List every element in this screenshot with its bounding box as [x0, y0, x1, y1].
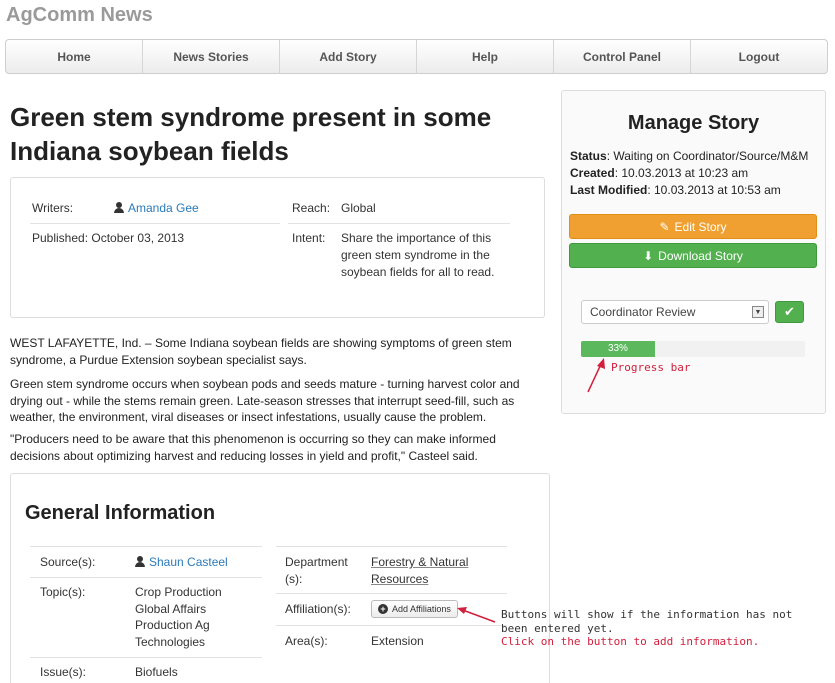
nav-control-panel[interactable]: Control Panel [554, 40, 691, 73]
review-stage-value: Coordinator Review [590, 305, 696, 319]
annotation-arrow-icon [587, 358, 605, 393]
story-paragraph: Green stem syndrome occurs when soybean … [10, 377, 520, 424]
created-label: Created [570, 166, 615, 180]
topic-label: Topic(s): [40, 585, 86, 599]
main-navbar: Home News Stories Add Story Help Control… [5, 39, 828, 74]
department-value: Forestry & Natural Resources [371, 555, 469, 586]
area-label: Area(s): [285, 634, 328, 648]
topic-item: Technologies [135, 634, 206, 649]
area-value: Extension [371, 634, 424, 648]
issue-value: Biofuels [135, 665, 178, 679]
general-info-title: General Information [25, 502, 216, 524]
progress-bar: 33% [581, 341, 805, 357]
story-title: Green stem syndrome present in some Indi… [10, 102, 492, 166]
annotation-arrow-icon [457, 607, 496, 623]
story-paragraph: WEST LAFAYETTE, Ind. – Some Indiana soyb… [10, 336, 512, 367]
divider [30, 577, 262, 578]
topic-list: Crop Production Global Affairs Productio… [135, 584, 222, 650]
nav-logout[interactable]: Logout [691, 40, 827, 73]
reach-value: Global [341, 201, 376, 215]
download-story-label: Download Story [658, 248, 743, 263]
writers-label: Writers: [32, 201, 74, 215]
issue-label: Issue(s): [40, 665, 87, 679]
review-stage-select[interactable]: Coordinator Review ▼ [581, 300, 769, 324]
divider [276, 625, 507, 626]
user-icon [135, 556, 145, 567]
edit-story-button[interactable]: ✎ Edit Story [569, 214, 817, 239]
writer-name[interactable]: Amanda Gee [128, 201, 199, 215]
confirm-review-button[interactable]: ✔ [775, 301, 804, 323]
status-value: : Waiting on Coordinator/Source/M&M [606, 149, 809, 163]
modified-value: : 10.03.2013 at 10:53 am [647, 183, 781, 197]
intent-value: Share the importance of this green stem … [341, 231, 495, 279]
buttons-annotation-red: Click on the button to add information. [501, 635, 760, 648]
chevron-down-icon: ▼ [752, 306, 764, 318]
source-link[interactable]: Shaun Casteel [135, 554, 228, 571]
modified-label: Last Modified [570, 183, 648, 197]
divider [30, 223, 280, 224]
add-affiliations-button[interactable]: + Add Affiliations [371, 600, 458, 618]
brand-logo[interactable]: AgComm News [6, 4, 153, 27]
intent-label: Intent: [292, 231, 326, 245]
add-affiliations-label: Add Affiliations [392, 604, 451, 614]
edit-icon: ✎ [659, 219, 670, 234]
topic-item: Production Ag [135, 618, 210, 632]
divider [276, 546, 507, 547]
status-line: Status: Waiting on Coordinator/Source/M&… [570, 149, 808, 163]
writer-link[interactable]: Amanda Gee [114, 200, 199, 217]
progress-fill: 33% [581, 341, 655, 357]
divider [30, 657, 262, 658]
modified-line: Last Modified: 10.03.2013 at 10:53 am [570, 183, 781, 197]
topic-item: Global Affairs [135, 601, 207, 616]
created-line: Created: 10.03.2013 at 10:23 am [570, 166, 748, 180]
plus-icon: + [378, 604, 388, 614]
affiliation-label: Affiliation(s): [285, 602, 351, 616]
story-paragraph: "Producers need to be aware that this ph… [10, 432, 496, 463]
nav-help[interactable]: Help [417, 40, 554, 73]
divider [288, 223, 510, 224]
user-icon [114, 202, 124, 213]
check-icon: ✔ [784, 304, 795, 319]
manage-story-title: Manage Story [627, 112, 760, 134]
created-value: : 10.03.2013 at 10:23 am [614, 166, 749, 180]
status-label: Status [570, 149, 607, 163]
divider [276, 593, 507, 594]
department-label: Department (s): [285, 555, 348, 586]
nav-news-stories[interactable]: News Stories [143, 40, 280, 73]
progress-annotation: Progress bar [611, 361, 691, 374]
buttons-annotation: Buttons will show if the information has… [501, 608, 793, 635]
download-icon: ⬇ [643, 248, 654, 263]
divider [30, 546, 262, 547]
published-date: Published: October 03, 2013 [32, 231, 185, 245]
edit-story-label: Edit Story [674, 219, 727, 234]
reach-label: Reach: [292, 201, 331, 215]
download-story-button[interactable]: ⬇ Download Story [569, 243, 817, 268]
nav-add-story[interactable]: Add Story [280, 40, 417, 73]
topic-item: Crop Production [135, 585, 222, 599]
source-label: Source(s): [40, 555, 96, 569]
nav-home[interactable]: Home [6, 40, 143, 73]
source-name[interactable]: Shaun Casteel [149, 555, 228, 569]
